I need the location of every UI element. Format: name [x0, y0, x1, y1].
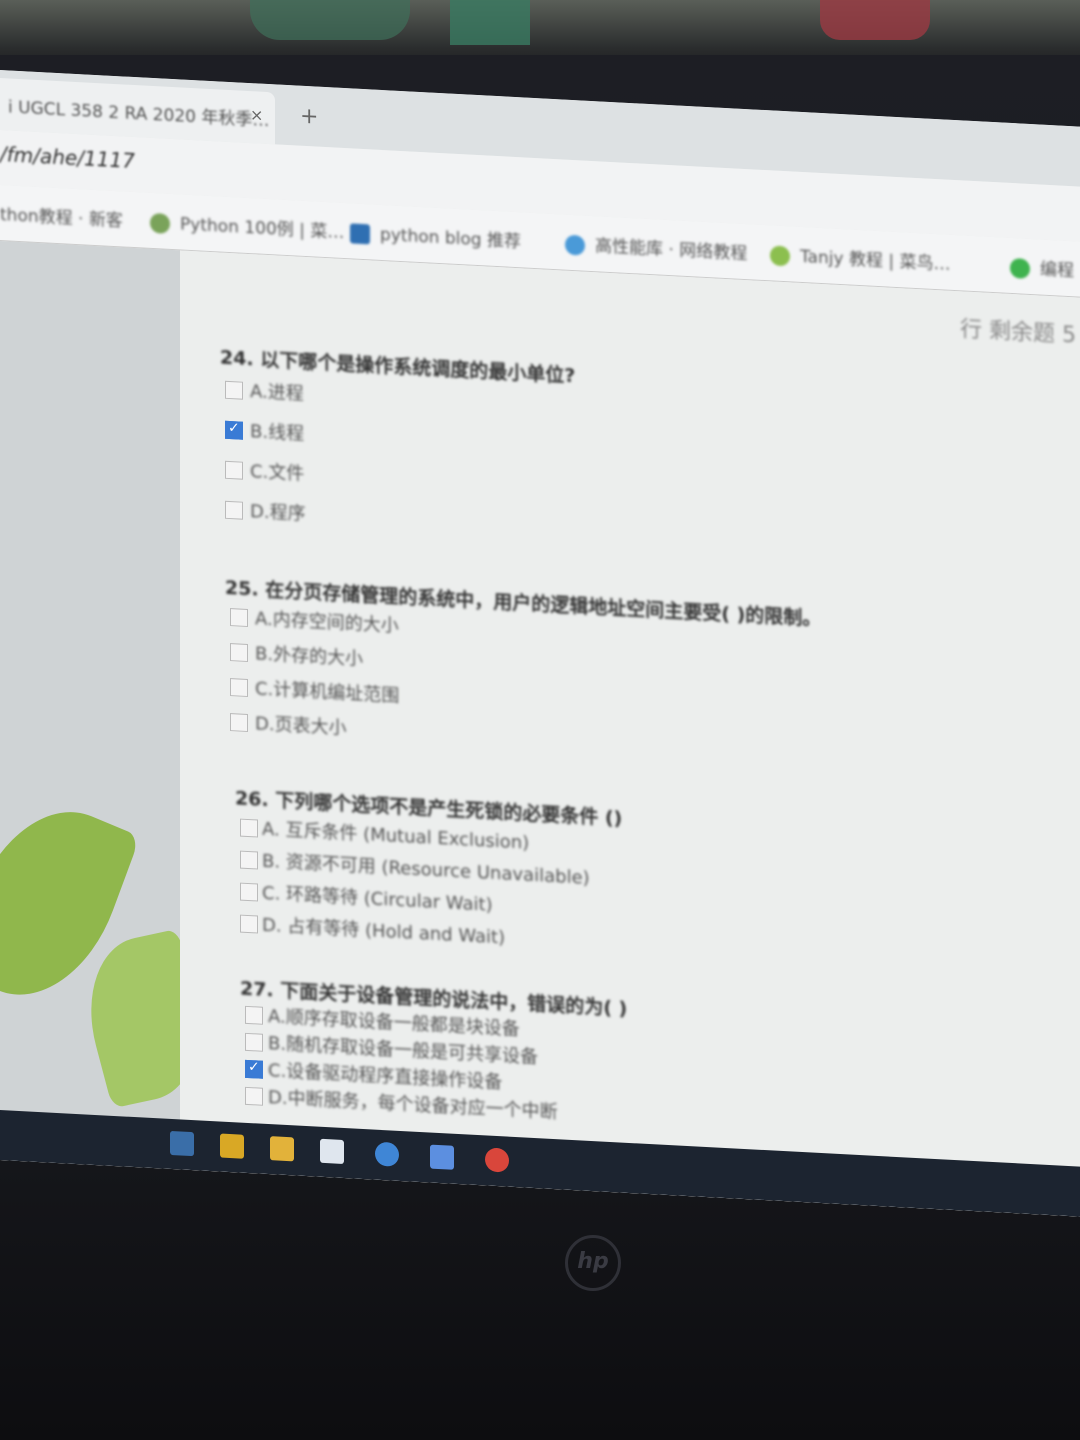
option-checkbox[interactable]: [245, 1086, 263, 1106]
new-tab-icon[interactable]: +: [300, 104, 318, 130]
option-checkbox[interactable]: [245, 1032, 263, 1052]
mail-icon[interactable]: [320, 1138, 344, 1165]
bookmark-item[interactable]: 编程: [1010, 253, 1074, 281]
option-label: B.外存的大小: [255, 643, 364, 671]
option-checkbox[interactable]: [245, 1005, 263, 1025]
bookmark-item[interactable]: python blog 推荐: [350, 218, 521, 252]
option-label: D.程序: [250, 501, 306, 526]
option-checkbox[interactable]: [240, 882, 258, 902]
option-checkbox[interactable]: [225, 380, 243, 400]
bookmark-icon: [1010, 257, 1030, 279]
option-label: D.页表大小: [255, 713, 347, 740]
tab-title: i UGCL 358 2 RA 2020 年秋季…: [8, 97, 270, 132]
close-icon[interactable]: ×: [250, 105, 263, 125]
chrome-icon[interactable]: [485, 1147, 509, 1173]
background-object: [250, 0, 410, 40]
start-icon[interactable]: [170, 1130, 194, 1157]
option-checkbox[interactable]: [240, 818, 258, 838]
app-icon[interactable]: [430, 1144, 454, 1170]
bookmark-item[interactable]: 高性能库 · 网络教程: [565, 230, 747, 264]
option-label: A.进程: [250, 381, 304, 405]
option-label: D. 占有等待 (Hold and Wait): [262, 914, 506, 949]
background-object: [450, 0, 530, 45]
bookmark-item[interactable]: thon教程 · 新客: [0, 200, 123, 231]
bookmark-item[interactable]: Tanjy 教程 | 菜鸟…: [770, 240, 951, 275]
quiz-content: 行 剩余题 5 24. 以下哪个是操作系统调度的最小单位? A.进程 B.线程 …: [180, 250, 1080, 1217]
option-checkbox[interactable]: [225, 500, 243, 520]
option-checkbox[interactable]: [225, 420, 243, 440]
hp-logo: hp: [565, 1235, 621, 1291]
option-label: C.计算机编址范围: [255, 678, 400, 707]
option-label: C.文件: [250, 461, 305, 485]
option-label: B.线程: [250, 421, 305, 445]
bookmark-item[interactable]: Python 100例 | 菜…: [150, 208, 344, 243]
option-checkbox[interactable]: [245, 1059, 263, 1079]
desktop-wallpaper-left: [0, 241, 219, 1171]
option-checkbox[interactable]: [240, 850, 258, 870]
option-checkbox[interactable]: [230, 678, 248, 697]
bookmark-icon: [350, 223, 370, 245]
option-checkbox[interactable]: [230, 643, 248, 662]
file-explorer-icon[interactable]: [220, 1133, 244, 1159]
option-checkbox[interactable]: [225, 460, 243, 480]
bookmark-icon: [770, 245, 790, 267]
option-checkbox[interactable]: [230, 713, 248, 732]
option-label: A.内存空间的大小: [255, 608, 399, 637]
option-checkbox[interactable]: [230, 608, 248, 627]
folder-icon[interactable]: [270, 1136, 294, 1162]
bookmark-icon: [565, 234, 585, 256]
option-label: C. 环路等待 (Circular Wait): [262, 882, 493, 916]
address-text: /fm/ahe/1117: [0, 142, 135, 174]
browser-icon[interactable]: [375, 1141, 399, 1167]
screen: i UGCL 358 2 RA 2020 年秋季… × + /fm/ahe/11…: [0, 70, 1080, 1217]
bookmark-icon: [150, 212, 170, 234]
option-checkbox[interactable]: [240, 914, 258, 934]
background-object: [820, 0, 930, 40]
page-tag: 行 剩余题 5: [960, 317, 1076, 349]
